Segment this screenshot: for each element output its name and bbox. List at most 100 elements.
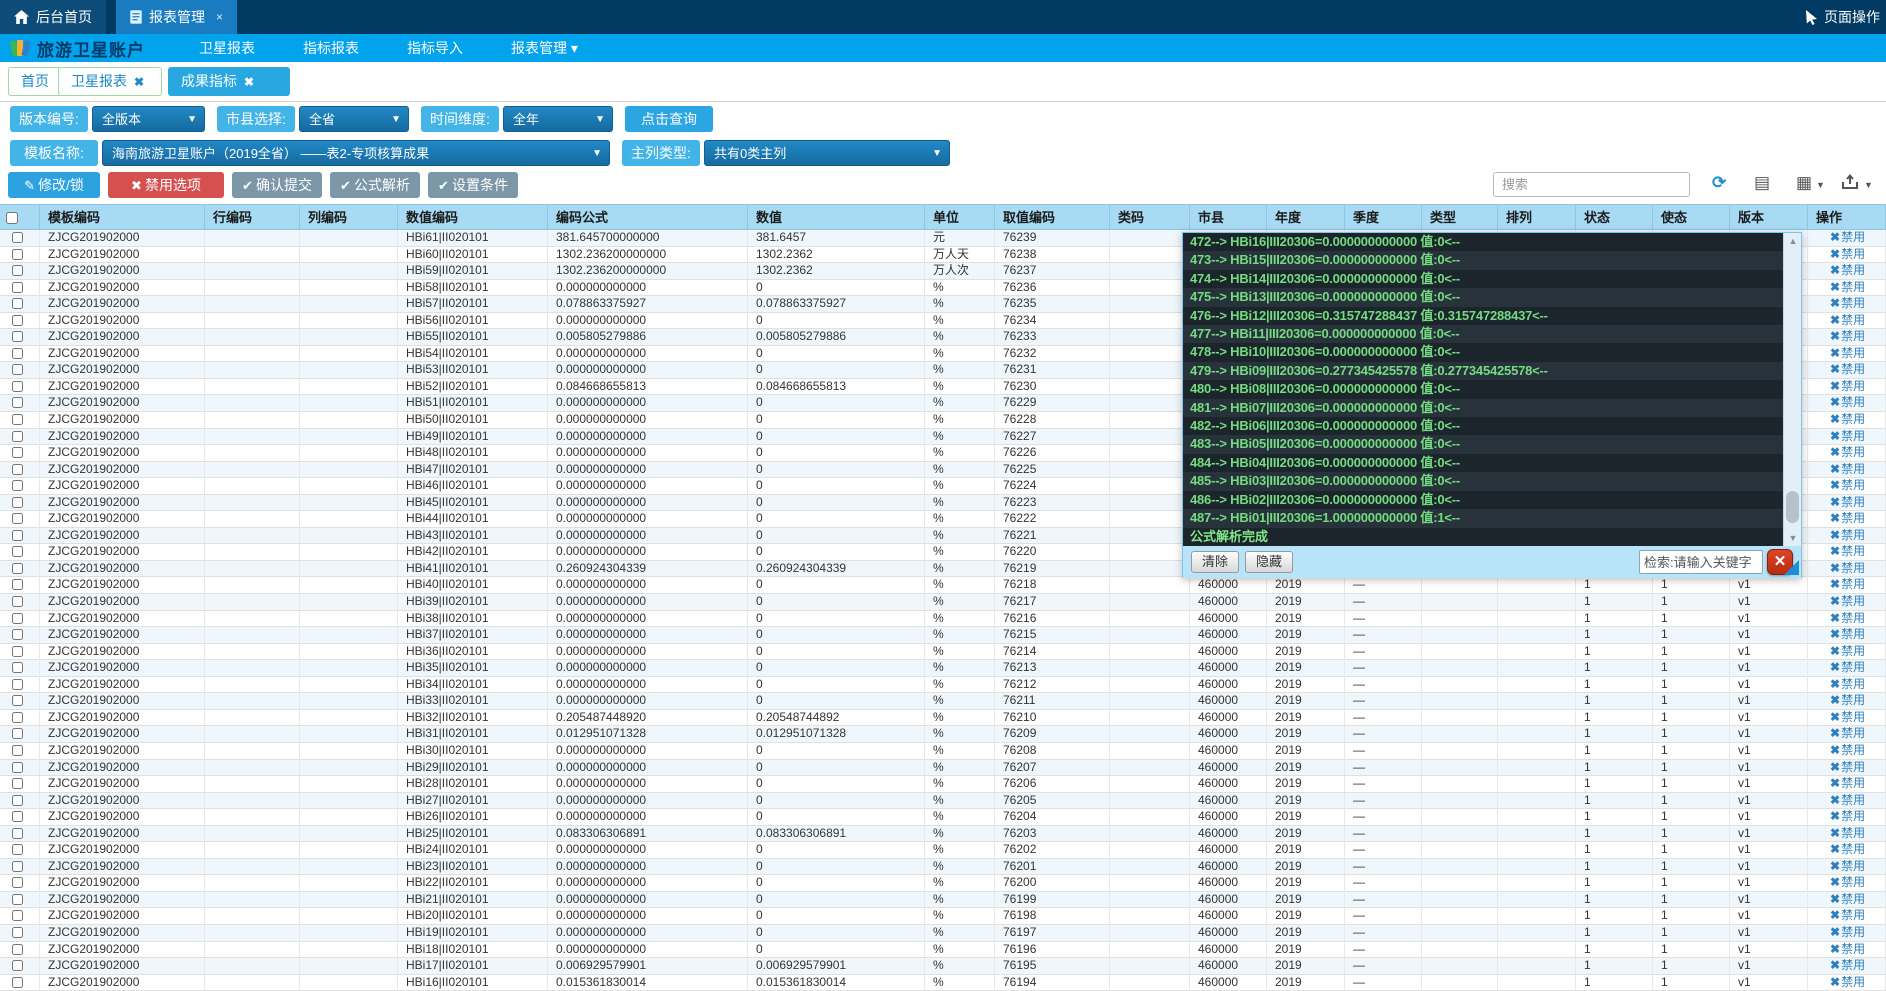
disable-link[interactable]: ✖禁用 xyxy=(1830,644,1865,658)
row-checkbox[interactable] xyxy=(12,249,23,260)
row-checkbox[interactable] xyxy=(12,646,23,657)
column-header-9[interactable]: 市县 xyxy=(1190,204,1267,230)
row-checkbox[interactable] xyxy=(12,977,23,988)
disable-link[interactable]: ✖禁用 xyxy=(1830,346,1865,360)
column-header-4[interactable]: 编码公式 xyxy=(548,204,748,230)
row-checkbox[interactable] xyxy=(12,613,23,624)
disable-link[interactable]: ✖禁用 xyxy=(1830,611,1865,625)
disable-link[interactable]: ✖禁用 xyxy=(1830,809,1865,823)
toolbar-button-3[interactable]: ✔公式解析 xyxy=(330,172,420,198)
menu-item-0[interactable]: 卫星报表 xyxy=(175,34,279,62)
query-button[interactable]: 点击查询 xyxy=(625,106,713,132)
column-header-14[interactable]: 状态 xyxy=(1576,204,1653,230)
disable-link[interactable]: ✖禁用 xyxy=(1830,429,1865,443)
disable-link[interactable]: ✖禁用 xyxy=(1830,462,1865,476)
table-row[interactable]: ZJCG201902000HBi40|II0201010.00000000000… xyxy=(0,577,1886,594)
row-checkbox[interactable] xyxy=(12,513,23,524)
top-tab-close-icon[interactable]: × xyxy=(216,10,223,24)
row-checkbox[interactable] xyxy=(12,844,23,855)
list-view-icon[interactable]: ▤ xyxy=(1754,173,1770,193)
top-tab-home[interactable]: 后台首页 xyxy=(0,0,106,34)
disable-link[interactable]: ✖禁用 xyxy=(1830,528,1865,542)
page-tab-1[interactable]: 卫星报表✖ xyxy=(58,67,162,96)
disable-link[interactable]: ✖禁用 xyxy=(1830,362,1865,376)
row-checkbox[interactable] xyxy=(12,828,23,839)
column-header-10[interactable]: 年度 xyxy=(1267,204,1345,230)
disable-link[interactable]: ✖禁用 xyxy=(1830,230,1865,244)
disable-link[interactable]: ✖禁用 xyxy=(1830,793,1865,807)
disable-link[interactable]: ✖禁用 xyxy=(1830,280,1865,294)
column-header-0[interactable]: 模板编码 xyxy=(40,204,205,230)
row-checkbox[interactable] xyxy=(12,728,23,739)
row-checkbox[interactable] xyxy=(12,447,23,458)
disable-link[interactable]: ✖禁用 xyxy=(1830,710,1865,724)
row-checkbox[interactable] xyxy=(12,348,23,359)
export-icon[interactable] xyxy=(1842,173,1859,190)
row-checkbox[interactable] xyxy=(12,877,23,888)
row-checkbox[interactable] xyxy=(12,563,23,574)
row-checkbox[interactable] xyxy=(12,232,23,243)
row-checkbox[interactable] xyxy=(12,381,23,392)
table-row[interactable]: ZJCG201902000HBi35|II0201010.00000000000… xyxy=(0,660,1886,677)
chevron-down-icon[interactable]: ▼ xyxy=(1864,180,1873,190)
row-checkbox[interactable] xyxy=(12,695,23,706)
disable-link[interactable]: ✖禁用 xyxy=(1830,776,1865,790)
disable-link[interactable]: ✖禁用 xyxy=(1830,511,1865,525)
page-actions-button[interactable]: 页面操作 xyxy=(1805,0,1880,34)
table-row[interactable]: ZJCG201902000HBi38|II0201010.00000000000… xyxy=(0,611,1886,628)
row-checkbox[interactable] xyxy=(12,414,23,425)
row-checkbox[interactable] xyxy=(12,315,23,326)
column-header-7[interactable]: 取值编码 xyxy=(995,204,1110,230)
row-checkbox[interactable] xyxy=(12,364,23,375)
disable-link[interactable]: ✖禁用 xyxy=(1830,412,1865,426)
column-header-2[interactable]: 列编码 xyxy=(300,204,398,230)
disable-link[interactable]: ✖禁用 xyxy=(1830,875,1865,889)
toolbar-button-2[interactable]: ✔确认提交 xyxy=(232,172,322,198)
template-select[interactable]: 海南旅游卫星账户（2019全省） ——表2-专项核算成果▼ xyxy=(102,140,610,166)
column-header-3[interactable]: 数值编码 xyxy=(398,204,548,230)
disable-link[interactable]: ✖禁用 xyxy=(1830,760,1865,774)
disable-link[interactable]: ✖禁用 xyxy=(1830,329,1865,343)
search-input[interactable] xyxy=(1493,172,1690,197)
disable-link[interactable]: ✖禁用 xyxy=(1830,975,1865,989)
row-checkbox[interactable] xyxy=(12,662,23,673)
row-checkbox[interactable] xyxy=(12,712,23,723)
disable-link[interactable]: ✖禁用 xyxy=(1830,495,1865,509)
table-row[interactable]: ZJCG201902000HBi21|II0201010.00000000000… xyxy=(0,892,1886,909)
keyword-search-input[interactable] xyxy=(1639,550,1763,574)
row-checkbox[interactable] xyxy=(12,464,23,475)
table-row[interactable]: ZJCG201902000HBi19|II0201010.00000000000… xyxy=(0,925,1886,942)
toolbar-button-1[interactable]: ✖禁用选项 xyxy=(108,172,224,198)
row-checkbox[interactable] xyxy=(12,265,23,276)
disable-link[interactable]: ✖禁用 xyxy=(1830,594,1865,608)
menu-item-2[interactable]: 指标导入 xyxy=(383,34,487,62)
row-checkbox[interactable] xyxy=(12,944,23,955)
column-header-1[interactable]: 行编码 xyxy=(205,204,300,230)
disable-link[interactable]: ✖禁用 xyxy=(1830,842,1865,856)
disable-link[interactable]: ✖禁用 xyxy=(1830,925,1865,939)
column-header-5[interactable]: 数值 xyxy=(748,204,925,230)
scroll-down-icon[interactable]: ▼ xyxy=(1784,530,1802,546)
disable-link[interactable]: ✖禁用 xyxy=(1830,660,1865,674)
refresh-icon[interactable]: ⟳ xyxy=(1712,173,1726,193)
disable-link[interactable]: ✖禁用 xyxy=(1830,826,1865,840)
column-header-17[interactable]: 操作 xyxy=(1808,204,1886,230)
page-tab-2[interactable]: 成果指标✖ xyxy=(168,67,290,96)
menu-item-1[interactable]: 指标报表 xyxy=(279,34,383,62)
disable-link[interactable]: ✖禁用 xyxy=(1830,247,1865,261)
row-checkbox[interactable] xyxy=(12,745,23,756)
menu-item-3[interactable]: 报表管理 ▾ xyxy=(487,34,602,62)
disable-link[interactable]: ✖禁用 xyxy=(1830,544,1865,558)
table-row[interactable]: ZJCG201902000HBi25|II0201010.08330630689… xyxy=(0,826,1886,843)
row-checkbox[interactable] xyxy=(12,894,23,905)
disable-link[interactable]: ✖禁用 xyxy=(1830,627,1865,641)
row-checkbox[interactable] xyxy=(12,679,23,690)
row-checkbox[interactable] xyxy=(12,331,23,342)
region-select[interactable]: 全省▼ xyxy=(299,106,409,132)
disable-link[interactable]: ✖禁用 xyxy=(1830,892,1865,906)
row-checkbox[interactable] xyxy=(12,762,23,773)
table-row[interactable]: ZJCG201902000HBi28|II0201010.00000000000… xyxy=(0,776,1886,793)
disable-link[interactable]: ✖禁用 xyxy=(1830,908,1865,922)
disable-link[interactable]: ✖禁用 xyxy=(1830,395,1865,409)
toolbar-button-4[interactable]: ✔设置条件 xyxy=(428,172,518,198)
